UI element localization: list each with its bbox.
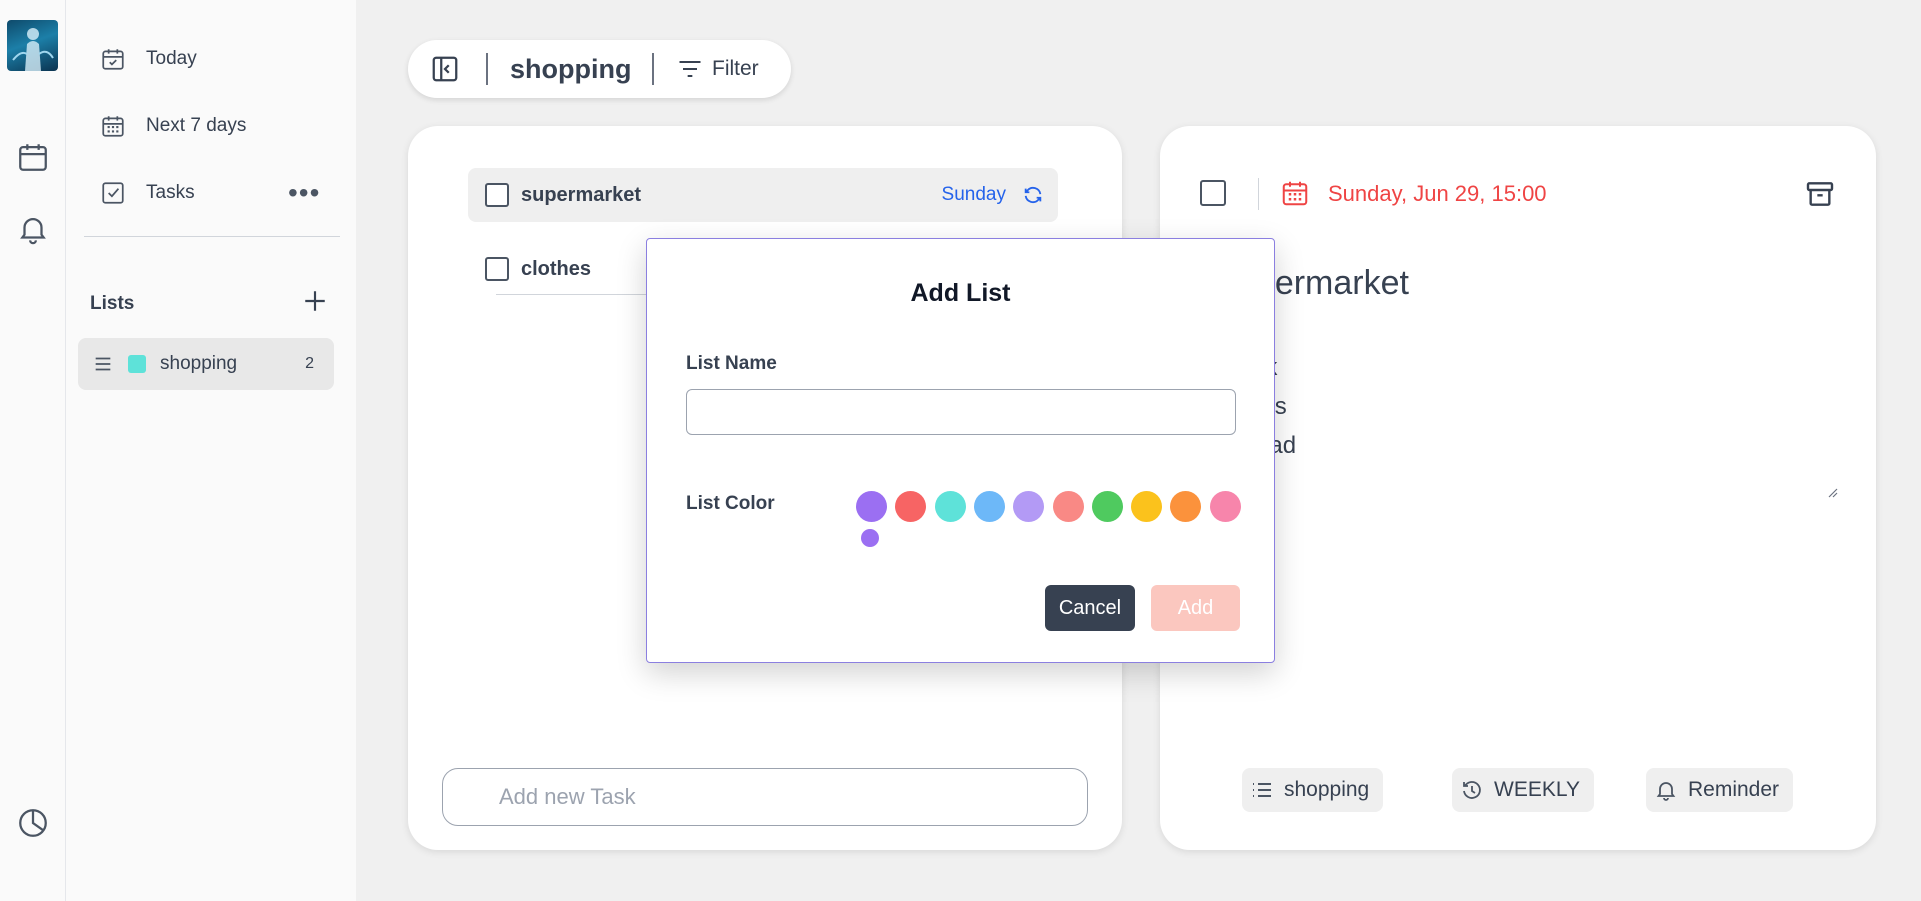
archive-icon[interactable] <box>1804 178 1836 210</box>
filter-label: Filter <box>712 57 759 80</box>
detail-checkbox[interactable] <box>1200 180 1226 206</box>
list-name-input[interactable] <box>686 389 1236 435</box>
sidebar-item-tasks[interactable]: Tasks <box>100 173 195 213</box>
sidebar-item-label: Today <box>146 48 197 69</box>
list-icon <box>1253 783 1271 797</box>
pie-chart-icon[interactable] <box>16 806 50 840</box>
add-button[interactable]: Add <box>1151 585 1240 631</box>
chip-label: WEEKLY <box>1494 778 1580 801</box>
avatar-image <box>12 28 54 71</box>
sidebar-divider <box>84 236 340 237</box>
color-option[interactable] <box>1091 491 1123 522</box>
list-color-swatch <box>128 355 146 373</box>
sidebar-toggle-icon[interactable] <box>430 54 460 84</box>
color-option[interactable] <box>1013 491 1045 522</box>
calendar-check-icon <box>102 49 124 70</box>
list-count: 2 <box>305 355 314 372</box>
color-option[interactable] <box>1131 491 1163 522</box>
calendar-grid-icon <box>102 116 124 137</box>
app-root: Today Next 7 days Tasks ••• Lists shoppi… <box>0 0 1921 901</box>
bell-icon[interactable] <box>16 212 50 246</box>
filter-icon <box>679 60 701 78</box>
calendar-icon[interactable] <box>1280 178 1310 208</box>
sidebar-item-label: Next 7 days <box>146 115 247 136</box>
sidebar-list-shopping[interactable]: shopping 2 <box>78 338 334 390</box>
sidebar-item-today[interactable]: Today <box>100 39 197 79</box>
page-title: shopping <box>510 54 632 84</box>
cancel-button[interactable]: Cancel <box>1045 585 1135 631</box>
checkbox-icon <box>102 182 124 204</box>
add-list-dialog: Add List List Name List Color Cancel Add <box>646 238 1275 663</box>
add-list-icon[interactable] <box>302 288 328 314</box>
reminder-chip[interactable]: Reminder <box>1646 768 1794 812</box>
filter-button[interactable]: Filter <box>676 55 759 83</box>
list-header: shopping Filter <box>408 40 791 98</box>
chip-label: shopping <box>1284 778 1370 801</box>
bell-icon <box>1656 782 1676 801</box>
more-options-icon[interactable]: ••• <box>288 178 320 208</box>
color-option[interactable] <box>1052 491 1084 522</box>
task-row[interactable]: supermarket Sunday <box>468 168 1058 222</box>
chip-label: Reminder <box>1688 778 1780 801</box>
header-separator <box>486 53 488 85</box>
color-option[interactable] <box>856 491 887 522</box>
task-checkbox[interactable] <box>485 183 509 207</box>
add-task-input[interactable] <box>442 768 1088 826</box>
header-separator <box>652 53 654 85</box>
task-due-day: Sunday <box>941 184 1006 205</box>
list-color-label: List Color <box>686 493 775 514</box>
dialog-title: Add List <box>910 279 1011 307</box>
color-option[interactable] <box>973 491 1005 522</box>
color-option[interactable] <box>1209 491 1241 522</box>
color-option[interactable] <box>934 491 966 522</box>
list-chip[interactable]: shopping <box>1242 768 1384 812</box>
lists-heading: Lists <box>90 293 135 314</box>
color-option[interactable] <box>1170 491 1202 522</box>
sidebar: Today Next 7 days Tasks ••• Lists shoppi… <box>66 0 356 901</box>
drag-handle-icon[interactable] <box>92 353 114 375</box>
task-title: clothes <box>521 257 592 280</box>
color-option[interactable] <box>895 491 927 522</box>
due-date[interactable]: Sunday, Jun 29, 15:00 <box>1328 181 1547 207</box>
task-title: supermarket <box>521 183 642 206</box>
list-name-label: List Name <box>686 353 777 374</box>
repeat-chip[interactable]: WEEKLY <box>1452 768 1594 812</box>
task-checkbox[interactable] <box>485 257 509 281</box>
sidebar-item-label: Tasks <box>146 182 195 203</box>
sidebar-item-next-7-days[interactable]: Next 7 days <box>100 106 246 146</box>
repeat-icon <box>1024 186 1042 204</box>
list-name: shopping <box>160 353 238 374</box>
icon-rail <box>0 0 66 901</box>
resize-handle-icon[interactable] <box>1826 486 1838 498</box>
repeat-timer-icon <box>1463 781 1481 799</box>
selected-color-indicator <box>861 529 879 547</box>
detail-separator <box>1258 178 1259 210</box>
calendar-icon[interactable] <box>16 140 50 174</box>
avatar[interactable] <box>7 20 58 71</box>
